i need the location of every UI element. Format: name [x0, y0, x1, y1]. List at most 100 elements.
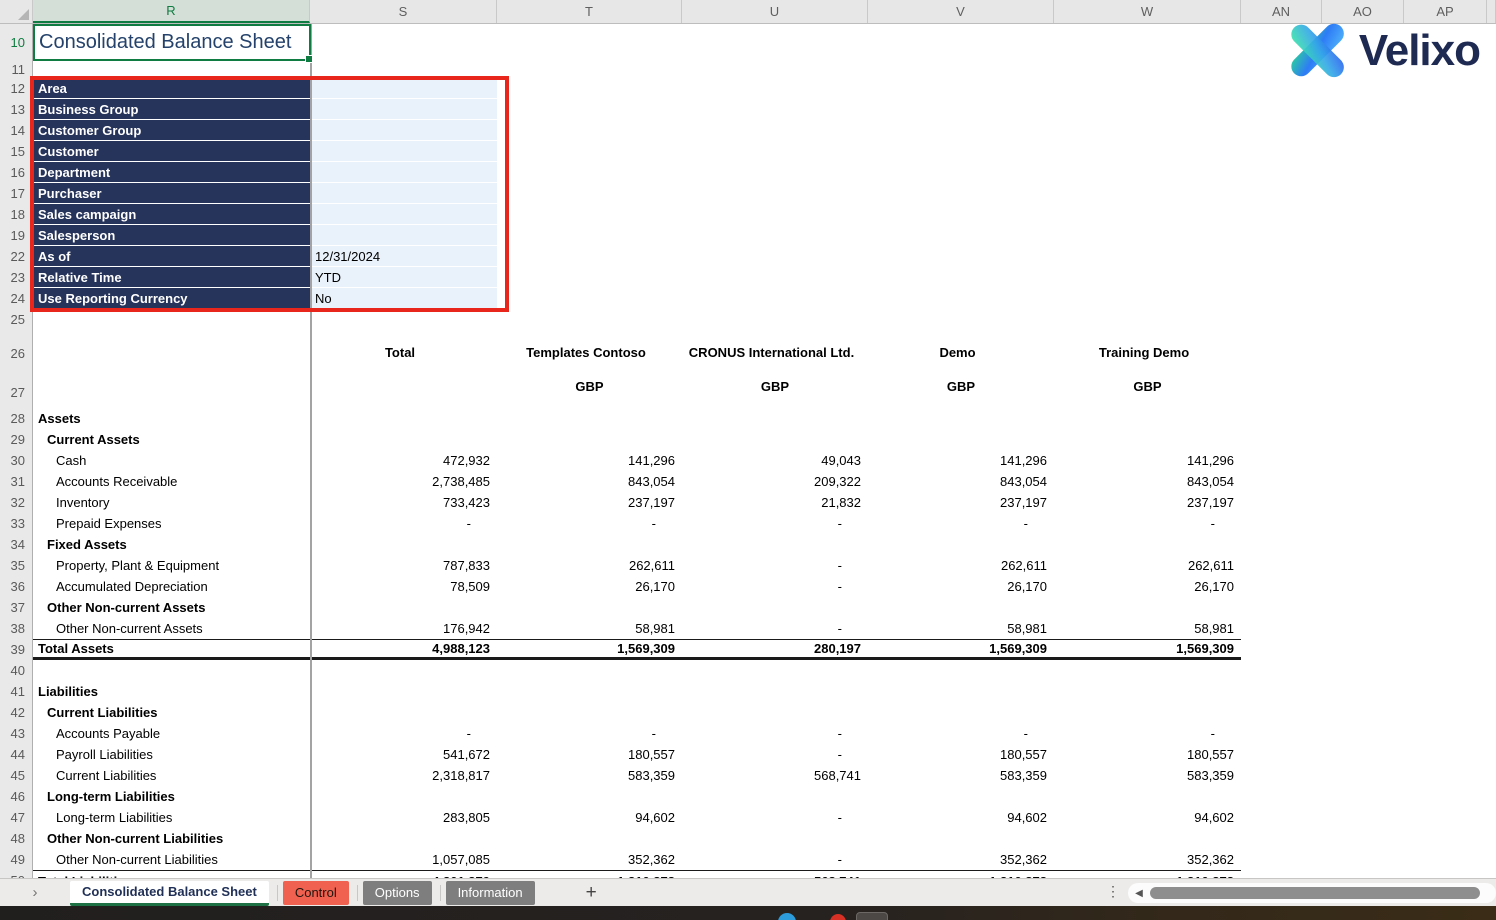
row-number-15[interactable]: 15: [0, 141, 33, 162]
row-number-25[interactable]: 25: [0, 309, 33, 330]
amount-cell[interactable]: [497, 597, 682, 618]
amount-cell[interactable]: 352,362: [1054, 849, 1241, 870]
row-number-18[interactable]: 18: [0, 204, 33, 225]
amount-cell[interactable]: [310, 828, 497, 849]
account-label-cell[interactable]: Property, Plant & Equipment: [33, 555, 310, 576]
scrollbar-thumb[interactable]: [1150, 887, 1480, 899]
amount-cell[interactable]: 21,832: [682, 492, 868, 513]
account-label-cell[interactable]: Assets: [33, 408, 310, 429]
row-number-50[interactable]: 50: [0, 870, 33, 878]
amount-cell[interactable]: 1,057,085: [310, 849, 497, 870]
filter-value-cell[interactable]: YTD: [310, 267, 497, 288]
amount-cell[interactable]: 1,210,878: [868, 871, 1054, 879]
amount-cell[interactable]: [1054, 786, 1241, 807]
amount-cell[interactable]: 733,423: [310, 492, 497, 513]
amount-cell[interactable]: 352,362: [868, 849, 1054, 870]
amount-cell[interactable]: [682, 408, 868, 429]
amount-cell[interactable]: [497, 786, 682, 807]
row-number-24[interactable]: 24: [0, 288, 33, 309]
row-number-23[interactable]: 23: [0, 267, 33, 288]
amount-cell[interactable]: 58,981: [497, 618, 682, 639]
filter-value-cell[interactable]: [310, 204, 497, 225]
amount-cell[interactable]: 1,210,878: [497, 871, 682, 879]
row-number-35[interactable]: 35: [0, 555, 33, 576]
amount-cell[interactable]: -: [682, 576, 868, 597]
amount-cell[interactable]: [868, 429, 1054, 450]
amount-cell[interactable]: 1,569,309: [868, 640, 1054, 657]
amount-cell[interactable]: 4,988,123: [310, 640, 497, 657]
amount-cell[interactable]: 94,602: [497, 807, 682, 828]
amount-cell[interactable]: 58,981: [868, 618, 1054, 639]
amount-cell[interactable]: 583,359: [497, 765, 682, 786]
currency-header-cell[interactable]: GBP: [1054, 376, 1241, 408]
amount-cell[interactable]: -: [682, 744, 868, 765]
row-number-46[interactable]: 46: [0, 786, 33, 807]
scroll-left-icon[interactable]: ◀: [1128, 888, 1150, 899]
amount-cell[interactable]: 180,557: [497, 744, 682, 765]
account-label-cell[interactable]: Current Assets: [33, 429, 310, 450]
amount-cell[interactable]: 180,557: [1054, 744, 1241, 765]
amount-cell[interactable]: 1,569,309: [497, 640, 682, 657]
taskbar-blue-app-icon[interactable]: [778, 913, 796, 920]
account-label-cell[interactable]: Current Liabilities: [33, 765, 310, 786]
amount-cell[interactable]: 26,170: [497, 576, 682, 597]
account-label-cell[interactable]: Long-term Liabilities: [33, 786, 310, 807]
row-number-34[interactable]: 34: [0, 534, 33, 555]
row-number-31[interactable]: 31: [0, 471, 33, 492]
amount-cell[interactable]: [1054, 828, 1241, 849]
filter-label-cell[interactable]: Customer Group: [33, 120, 310, 141]
amount-cell[interactable]: [868, 702, 1054, 723]
amount-cell[interactable]: [310, 597, 497, 618]
row-number-48[interactable]: 48: [0, 828, 33, 849]
column-header-W[interactable]: W: [1054, 0, 1241, 23]
filter-value-cell[interactable]: No: [310, 288, 497, 309]
sheet-tab-information[interactable]: Information: [445, 880, 535, 905]
amount-cell[interactable]: 843,054: [868, 471, 1054, 492]
amount-cell[interactable]: 26,170: [1054, 576, 1241, 597]
amount-cell[interactable]: [868, 534, 1054, 555]
amount-cell[interactable]: 283,805: [310, 807, 497, 828]
account-label-cell[interactable]: Accounts Payable: [33, 723, 310, 744]
add-sheet-button[interactable]: +: [586, 882, 597, 904]
column-header-AP[interactable]: AP: [1404, 0, 1487, 23]
amount-cell[interactable]: [310, 408, 497, 429]
amount-cell[interactable]: 237,197: [1054, 492, 1241, 513]
row-number-29[interactable]: 29: [0, 429, 33, 450]
amount-cell[interactable]: [682, 828, 868, 849]
filter-value-cell[interactable]: [310, 99, 497, 120]
amount-cell[interactable]: 262,611: [497, 555, 682, 576]
amount-cell[interactable]: 472,932: [310, 450, 497, 471]
company-column-title[interactable]: CRONUS International Ltd.: [682, 330, 868, 376]
amount-cell[interactable]: 94,602: [868, 807, 1054, 828]
horizontal-scrollbar[interactable]: ◀: [1128, 883, 1496, 903]
sheet-tab-consolidated-balance-sheet[interactable]: Consolidated Balance Sheet: [70, 880, 269, 906]
taskbar-window-icon[interactable]: [856, 912, 888, 920]
column-header-V[interactable]: V: [868, 0, 1054, 23]
amount-cell[interactable]: 568,741: [682, 765, 868, 786]
amount-cell[interactable]: -: [868, 723, 1054, 744]
amount-cell[interactable]: 352,362: [497, 849, 682, 870]
row-number-47[interactable]: 47: [0, 807, 33, 828]
filter-value-cell[interactable]: [310, 225, 497, 246]
amount-cell[interactable]: 141,296: [1054, 450, 1241, 471]
filter-label-cell[interactable]: Sales campaign: [33, 204, 310, 225]
row-number-39[interactable]: 39: [0, 639, 33, 660]
filter-label-cell[interactable]: As of: [33, 246, 310, 267]
amount-cell[interactable]: [868, 408, 1054, 429]
filter-label-cell[interactable]: Relative Time: [33, 267, 310, 288]
amount-cell[interactable]: -: [310, 513, 497, 534]
filter-label-cell[interactable]: Area: [33, 78, 310, 99]
amount-cell[interactable]: [1054, 534, 1241, 555]
amount-cell[interactable]: 262,611: [868, 555, 1054, 576]
account-label-cell[interactable]: Accumulated Depreciation: [33, 576, 310, 597]
amount-cell[interactable]: 209,322: [682, 471, 868, 492]
row-number-26[interactable]: 26: [0, 330, 33, 376]
filter-value-cell[interactable]: 12/31/2024: [310, 246, 497, 267]
tab-overflow-menu-icon[interactable]: ⋮: [1106, 883, 1120, 900]
amount-cell[interactable]: -: [497, 723, 682, 744]
row-number-27[interactable]: 27: [0, 376, 33, 408]
account-label-cell[interactable]: Inventory: [33, 492, 310, 513]
filter-label-cell[interactable]: Department: [33, 162, 310, 183]
amount-cell[interactable]: 843,054: [1054, 471, 1241, 492]
company-column-title[interactable]: Templates Contoso: [497, 330, 682, 376]
